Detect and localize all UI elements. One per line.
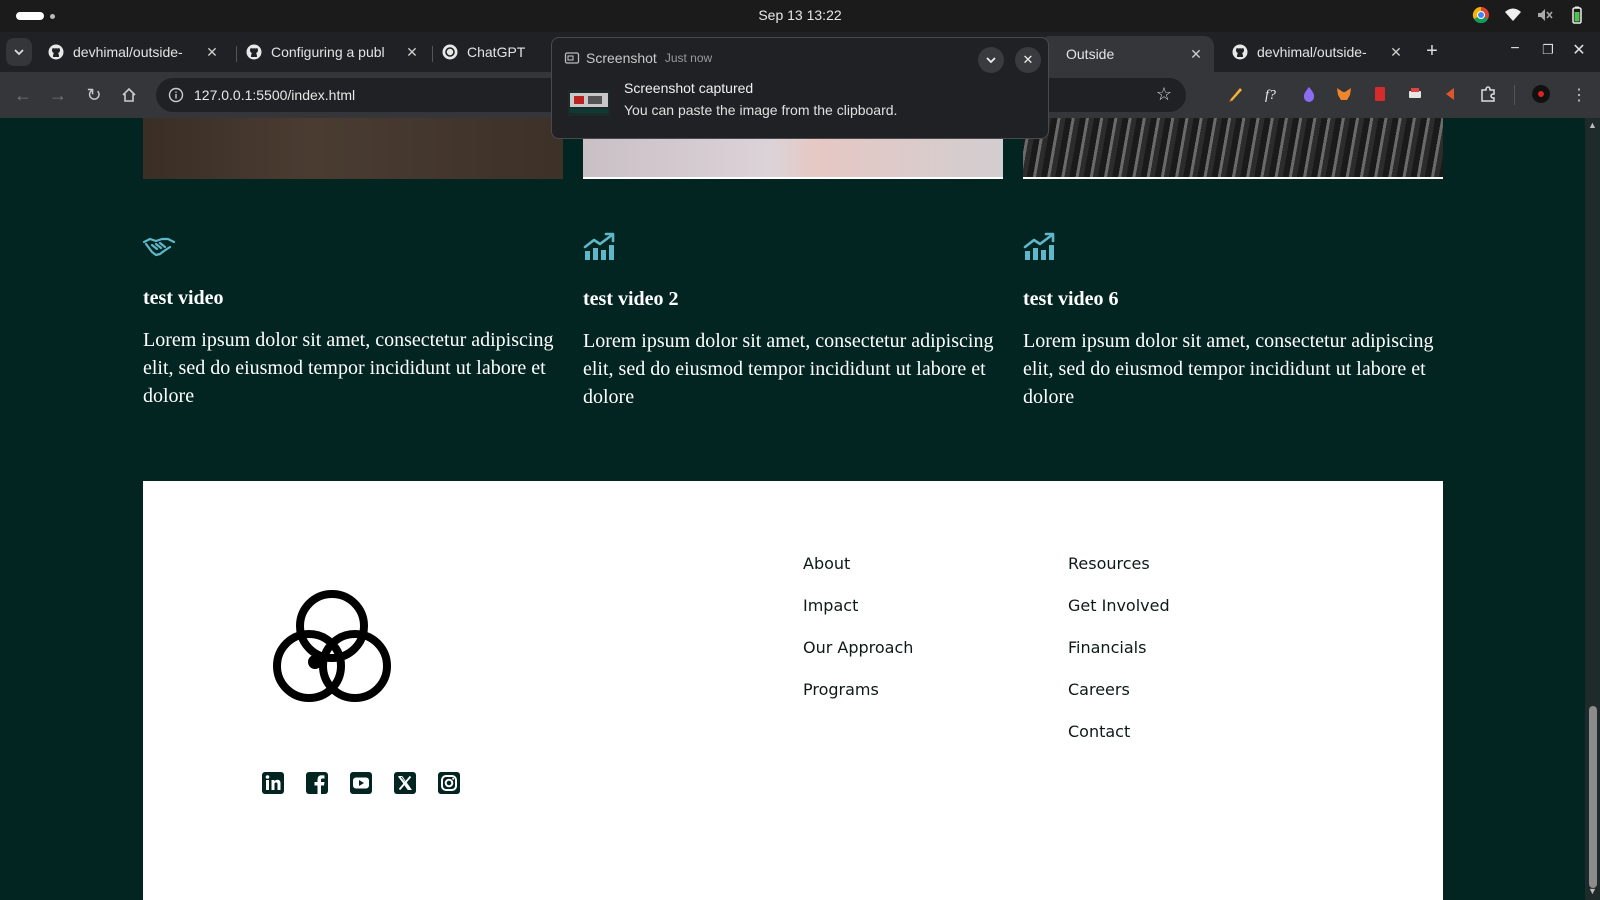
metamask-fox-icon[interactable] [1335,85,1353,103]
toolbar-divider [1514,85,1515,105]
card-image-1 [143,118,563,179]
tab-title: devhimal/outside- [73,44,183,60]
chevron-down-icon [14,49,24,56]
printer-extension-icon[interactable] [1406,85,1424,103]
notification-header: Screenshot Just now [564,50,712,66]
puzzle-extensions-icon[interactable] [1479,85,1497,103]
screenshot-notification[interactable]: Screenshot Just now Screenshot captured … [551,37,1049,139]
scroll-up-arrow[interactable]: ▲ [1587,120,1598,130]
close-icon[interactable]: ✕ [1188,46,1204,63]
expand-notification-button[interactable] [978,47,1004,73]
svg-text:f?: f? [1265,88,1276,103]
card-description: Lorem ipsum dolor sit amet, consectetur … [143,329,554,407]
close-notification-button[interactable]: ✕ [1015,47,1041,73]
card-title: test video [143,287,224,309]
close-icon[interactable]: ✕ [404,44,420,61]
site-info-icon[interactable] [168,87,184,103]
window-close-button[interactable]: ✕ [1568,40,1590,60]
home-button[interactable] [118,84,140,106]
github-icon [48,44,64,60]
footer-link-financials[interactable]: Financials [1068,637,1170,659]
red-book-extension-icon[interactable] [1371,85,1389,103]
tab-search-button[interactable] [6,38,32,66]
social-links [261,771,461,795]
home-icon [122,87,136,102]
tab-title: Outside [1066,46,1115,62]
chatgpt-icon [442,44,458,60]
triquetra-logo-icon[interactable] [267,580,397,710]
tab-configuring-a-publ[interactable]: Configuring a publ ✕ [236,36,430,68]
system-tray[interactable] [1472,6,1586,24]
screenshot-thumbnail [568,90,610,116]
pen-extension-icon[interactable] [1227,85,1245,103]
footer-link-about[interactable]: About [803,553,913,575]
growth-chart-icon [1023,232,1055,260]
screenshot-app-icon [564,52,580,64]
footer-column-2: Resources Get Involved Financials Career… [1068,553,1170,743]
wifi-icon [1505,8,1521,21]
tab-title: devhimal/outside- [1257,44,1367,60]
site-footer: About Impact Our Approach Programs Resou… [143,481,1443,900]
instagram-icon[interactable] [437,771,461,795]
formula-extension-icon[interactable]: f? [1263,85,1281,103]
os-top-bar: Sep 13 13:22 [0,0,1600,32]
chrome-icon [1472,6,1489,24]
card-title: test video 6 [1023,288,1119,310]
tab-outside[interactable]: Outside ✕ [1040,36,1214,72]
forward-button[interactable]: → [47,84,69,106]
tab-title: Configuring a publ [271,44,385,60]
footer-link-impact[interactable]: Impact [803,595,913,617]
page-scrollbar[interactable]: ▲ ▼ [1585,118,1600,900]
os-clock[interactable]: Sep 13 13:22 [0,7,1600,23]
arrow-extension-icon[interactable] [1442,85,1460,103]
notification-app-name: Screenshot [586,50,657,66]
close-icon[interactable]: ✕ [1388,44,1404,61]
new-tab-button[interactable]: + [1420,40,1444,63]
handshake-icon [142,237,176,257]
drop-extension-icon[interactable] [1300,85,1318,103]
footer-link-programs[interactable]: Programs [803,679,913,701]
notification-title: Screenshot captured [624,80,754,96]
card-description: Lorem ipsum dolor sit amet, consectetur … [1023,330,1434,408]
github-icon [246,44,262,60]
footer-column-1: About Impact Our Approach Programs [803,553,913,701]
footer-link-resources[interactable]: Resources [1068,553,1170,575]
volume-muted-icon [1538,9,1553,21]
footer-link-contact[interactable]: Contact [1068,721,1170,743]
scrollbar-thumb[interactable] [1589,706,1597,888]
notification-body: You can paste the image from the clipboa… [624,102,898,118]
card-image-3 [1023,118,1443,179]
browser-menu-button[interactable]: ⋮ [1568,84,1590,106]
linkedin-icon[interactable] [261,771,285,795]
profile-avatar[interactable] [1532,85,1550,103]
tab-title: ChatGPT [467,44,526,60]
growth-chart-icon [583,232,615,260]
reload-button[interactable]: ↻ [83,84,105,106]
page-content: test video Lorem ipsum dolor sit amet, c… [0,118,1585,900]
url-text[interactable]: 127.0.0.1:5500/index.html [194,87,355,103]
youtube-icon[interactable] [349,771,373,795]
tab-devhimal-outside-2[interactable]: devhimal/outside- ✕ [1222,36,1414,68]
back-button[interactable]: ← [12,84,34,106]
footer-link-our-approach[interactable]: Our Approach [803,637,913,659]
card-description: Lorem ipsum dolor sit amet, consectetur … [583,330,994,408]
tab-devhimal-outside-1[interactable]: devhimal/outside- ✕ [38,36,230,68]
notification-time: Just now [664,51,713,65]
scroll-down-arrow[interactable]: ▼ [1587,886,1598,896]
tab-chatgpt[interactable]: ChatGPT [432,36,552,68]
x-icon[interactable] [393,771,417,795]
footer-link-careers[interactable]: Careers [1068,679,1170,701]
facebook-icon[interactable] [305,771,329,795]
close-icon[interactable]: ✕ [204,44,220,61]
minimize-button[interactable]: − [1504,40,1526,58]
footer-link-get-involved[interactable]: Get Involved [1068,595,1170,617]
restore-button[interactable]: ❐ [1537,42,1559,58]
chevron-down-icon [986,57,996,64]
bookmark-star-icon[interactable]: ☆ [1156,84,1172,105]
battery-icon [1572,6,1582,24]
card-title: test video 2 [583,288,679,310]
github-icon [1232,44,1248,60]
